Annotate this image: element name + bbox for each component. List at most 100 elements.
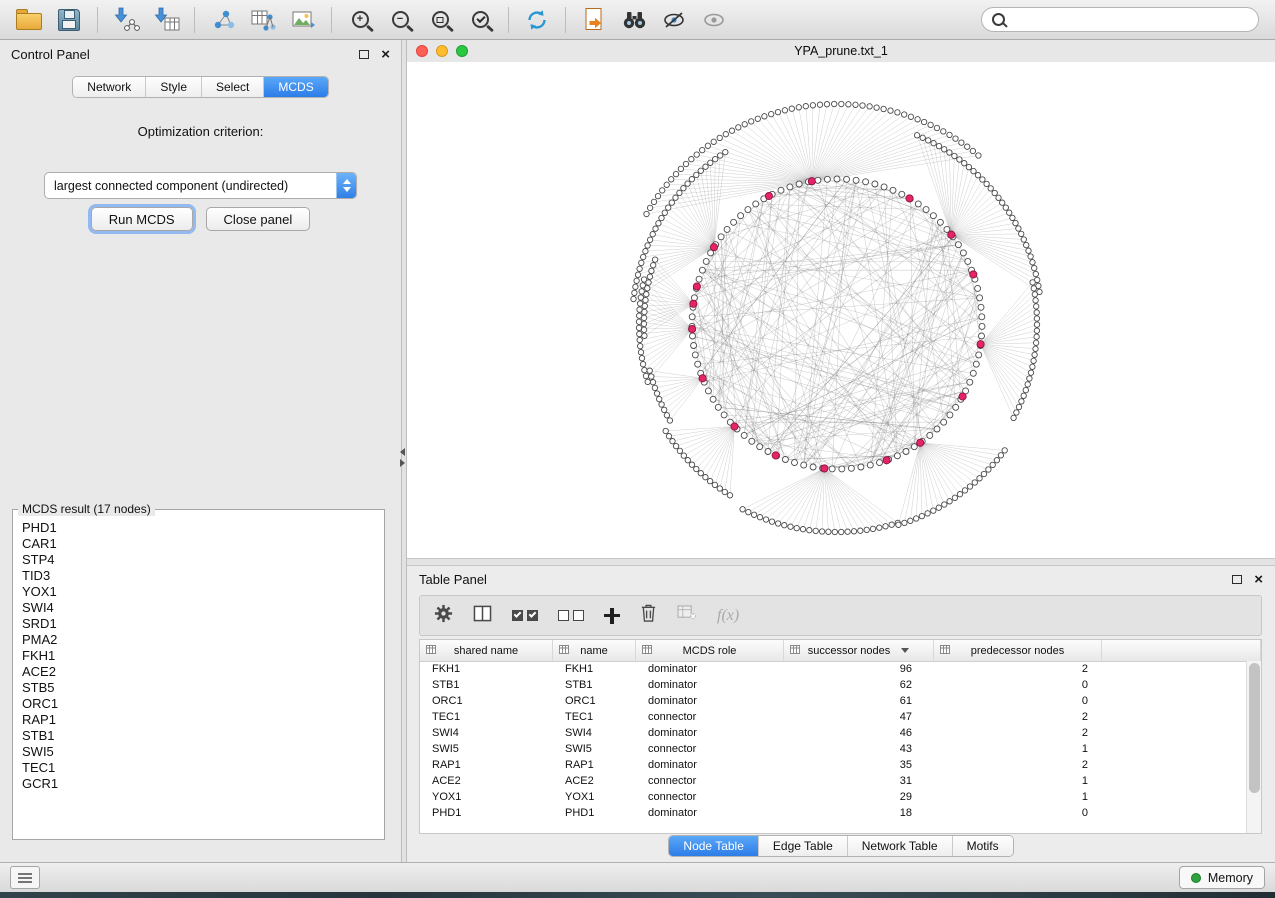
table-cell[interactable]: ACE2	[420, 773, 553, 789]
graph-node[interactable]	[647, 205, 652, 210]
graph-node[interactable]	[821, 465, 828, 472]
table-cell[interactable]: connector	[636, 789, 784, 805]
task-history-button[interactable]	[10, 866, 40, 889]
graph-node[interactable]	[787, 184, 793, 190]
hide-details-button[interactable]	[655, 4, 693, 36]
graph-node[interactable]	[715, 404, 721, 410]
graph-node[interactable]	[1034, 310, 1039, 315]
graph-node[interactable]	[981, 471, 986, 476]
graph-node[interactable]	[817, 102, 822, 107]
graph-node[interactable]	[690, 333, 696, 339]
graph-node[interactable]	[1016, 226, 1021, 231]
graph-node[interactable]	[755, 116, 760, 121]
graph-node[interactable]	[926, 138, 931, 143]
graph-node[interactable]	[745, 207, 751, 213]
table-cell[interactable]: SWI5	[420, 741, 553, 757]
graph-node[interactable]	[973, 361, 979, 367]
preview-button[interactable]	[695, 4, 733, 36]
graph-node[interactable]	[942, 502, 947, 507]
graph-node[interactable]	[637, 337, 642, 342]
graph-node[interactable]	[807, 528, 812, 533]
graph-node[interactable]	[703, 164, 708, 169]
graph-node[interactable]	[792, 460, 798, 466]
graph-node[interactable]	[851, 529, 856, 534]
graph-node[interactable]	[930, 213, 936, 219]
graph-node[interactable]	[1024, 242, 1029, 247]
graph-node[interactable]	[1034, 334, 1039, 339]
graph-node[interactable]	[689, 314, 695, 320]
table-row[interactable]: ACE2ACE2connector311	[420, 773, 1247, 789]
graph-node[interactable]	[877, 460, 883, 466]
graph-node[interactable]	[902, 112, 907, 117]
graph-node[interactable]	[642, 309, 647, 314]
graph-node[interactable]	[641, 254, 646, 259]
table-cell[interactable]: ACE2	[553, 773, 636, 789]
graph-node[interactable]	[700, 147, 705, 152]
graph-node[interactable]	[1028, 370, 1033, 375]
horizontal-splitter[interactable]	[407, 558, 1275, 566]
table-row[interactable]: PHD1PHD1dominator180	[420, 805, 1247, 821]
table-cell[interactable]: dominator	[636, 661, 784, 677]
column-header-name[interactable]: name	[553, 640, 636, 661]
graph-node[interactable]	[872, 181, 878, 187]
graph-node[interactable]	[649, 374, 654, 379]
table-cell[interactable]: connector	[636, 773, 784, 789]
deselect-all-columns-button[interactable]	[558, 610, 584, 621]
graph-node[interactable]	[1032, 265, 1037, 270]
table-cell[interactable]: 18	[784, 805, 934, 821]
graph-node[interactable]	[740, 507, 745, 512]
graph-node[interactable]	[952, 495, 957, 500]
table-cell[interactable]: connector	[636, 741, 784, 757]
graph-node[interactable]	[788, 524, 793, 529]
graph-node[interactable]	[1032, 292, 1037, 297]
graph-node[interactable]	[1021, 237, 1026, 242]
tab-style[interactable]: Style	[146, 77, 202, 97]
graph-node[interactable]	[1027, 376, 1032, 381]
graph-node[interactable]	[641, 321, 646, 326]
graph-node[interactable]	[710, 396, 716, 402]
graph-node[interactable]	[666, 434, 671, 439]
graph-node[interactable]	[643, 297, 648, 302]
table-cell[interactable]: PHD1	[553, 805, 636, 821]
graph-node[interactable]	[647, 274, 652, 279]
graph-node[interactable]	[970, 370, 976, 376]
tab-network[interactable]: Network	[73, 77, 146, 97]
graph-node[interactable]	[965, 258, 971, 264]
graph-node[interactable]	[662, 407, 667, 412]
graph-node[interactable]	[639, 356, 644, 361]
graph-node[interactable]	[689, 177, 694, 182]
graph-node[interactable]	[874, 105, 879, 110]
graph-node[interactable]	[692, 352, 698, 358]
table-cell[interactable]: STB1	[420, 677, 553, 693]
table-cell[interactable]: dominator	[636, 805, 784, 821]
graph-node[interactable]	[998, 453, 1003, 458]
table-cell[interactable]: 2	[934, 757, 1102, 773]
graph-node[interactable]	[877, 525, 882, 530]
graph-node[interactable]	[673, 443, 678, 448]
graph-node[interactable]	[832, 101, 837, 106]
graph-node[interactable]	[1002, 448, 1007, 453]
graph-node[interactable]	[839, 101, 844, 106]
graph-node[interactable]	[1007, 210, 1012, 215]
graph-node[interactable]	[801, 462, 807, 468]
table-cell[interactable]: dominator	[636, 757, 784, 773]
graph-node[interactable]	[643, 373, 648, 378]
graph-node[interactable]	[655, 193, 660, 198]
graph-node[interactable]	[966, 164, 971, 169]
graph-node[interactable]	[883, 457, 890, 464]
graph-node[interactable]	[863, 179, 869, 185]
column-header-shared-name[interactable]: shared name	[420, 640, 553, 661]
graph-node[interactable]	[813, 528, 818, 533]
graph-node[interactable]	[1034, 322, 1039, 327]
graph-node[interactable]	[638, 343, 643, 348]
graph-node[interactable]	[824, 102, 829, 107]
zoom-in-button[interactable]: +	[341, 4, 379, 36]
graph-node[interactable]	[915, 201, 921, 207]
graph-node[interactable]	[970, 148, 975, 153]
graph-node[interactable]	[1003, 205, 1008, 210]
graph-node[interactable]	[936, 143, 941, 148]
graph-node[interactable]	[673, 195, 678, 200]
tab-edge-table[interactable]: Edge Table	[759, 836, 848, 856]
network-canvas[interactable]	[407, 62, 1275, 558]
graph-node[interactable]	[746, 509, 751, 514]
